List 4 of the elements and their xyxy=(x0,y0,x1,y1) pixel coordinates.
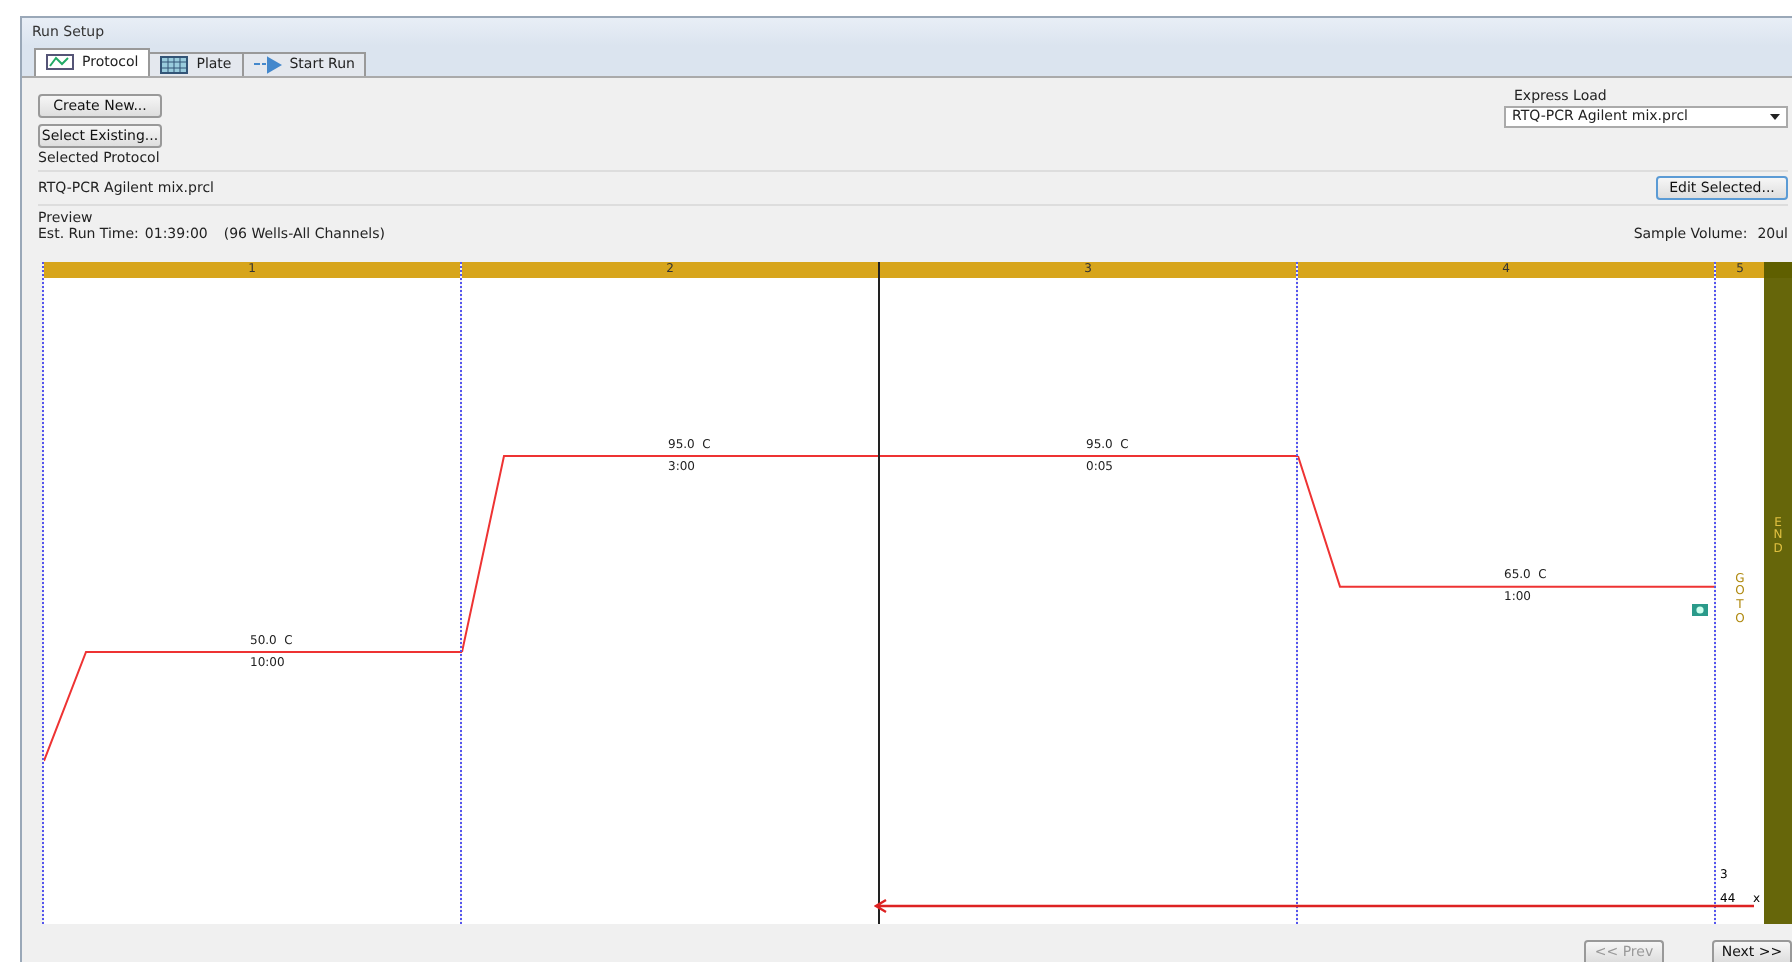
caret-icon xyxy=(1770,113,1780,120)
grid-icon xyxy=(160,55,189,74)
waveform-icon xyxy=(46,54,74,71)
arrow-icon xyxy=(253,55,282,74)
